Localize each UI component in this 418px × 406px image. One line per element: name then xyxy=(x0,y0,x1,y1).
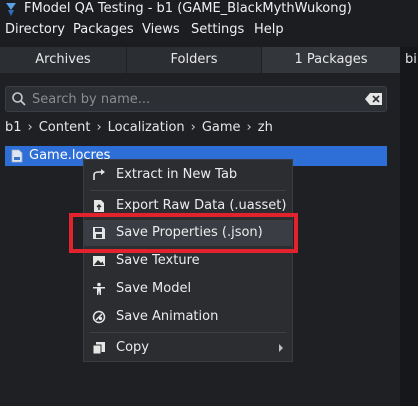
title-bar: FModel QA Testing - b1 (GAME_BlackMythWu… xyxy=(0,0,418,18)
copy-icon xyxy=(92,342,105,355)
file-icon xyxy=(11,149,23,163)
breadcrumb-item[interactable]: Localization xyxy=(108,119,185,137)
chevron-right-icon: › xyxy=(96,120,102,135)
tab-archives[interactable]: Archives xyxy=(0,47,126,73)
breadcrumb-item[interactable]: b1 xyxy=(5,119,22,137)
menu-settings[interactable]: Settings xyxy=(191,22,244,38)
person-icon xyxy=(93,282,105,295)
submenu-arrow-icon xyxy=(279,344,283,352)
fmodel-logo-icon xyxy=(6,3,16,16)
tab-bar: Archives Folders 1 Packages xyxy=(0,47,418,73)
menu-item-extract-new-tab[interactable]: Extract in New Tab xyxy=(84,162,292,188)
breadcrumb-item[interactable]: Content xyxy=(39,119,91,137)
chevron-right-icon: › xyxy=(190,120,196,135)
menu-bar: Directory Packages Views Settings Help xyxy=(0,18,418,42)
menu-item-save-model[interactable]: Save Model xyxy=(84,276,292,302)
right-pane-edge xyxy=(400,47,418,406)
window-title: FModel QA Testing - b1 (GAME_BlackMythWu… xyxy=(24,1,352,16)
breadcrumb: b1 › Content › Localization › Game › zh xyxy=(5,119,273,137)
clear-search-icon[interactable] xyxy=(365,92,383,106)
menu-item-copy[interactable]: Copy xyxy=(84,335,292,361)
search-box xyxy=(5,86,387,112)
breadcrumb-item[interactable]: Game xyxy=(202,119,241,137)
tab-folders-label: Folders xyxy=(170,52,218,67)
menu-help[interactable]: Help xyxy=(254,22,284,38)
menu-divider xyxy=(90,190,286,191)
right-pane-tab-stub[interactable]: bi xyxy=(405,52,417,67)
menu-divider xyxy=(90,332,286,333)
menu-item-label: Save Model xyxy=(116,281,192,296)
menu-item-label: Save Animation xyxy=(116,309,219,324)
search-icon xyxy=(12,92,26,106)
export-file-icon xyxy=(94,200,104,212)
annotation-highlight-box xyxy=(69,213,298,253)
context-menu: Extract in New Tab Export Raw Data (.uas… xyxy=(83,159,293,362)
chevron-right-icon: › xyxy=(27,120,33,135)
tab-archives-label: Archives xyxy=(35,52,91,67)
breadcrumb-item[interactable]: zh xyxy=(258,119,273,137)
tab-packages-label: 1 Packages xyxy=(294,52,368,67)
menu-views[interactable]: Views xyxy=(142,22,180,38)
tab-packages[interactable]: 1 Packages xyxy=(262,47,400,73)
menu-item-label: Export Raw Data (.uasset) xyxy=(116,198,287,213)
animation-icon xyxy=(92,310,106,324)
menu-packages[interactable]: Packages xyxy=(73,22,134,38)
extract-icon xyxy=(93,169,105,180)
menu-item-label: Save Texture xyxy=(116,253,200,268)
chevron-right-icon: › xyxy=(246,120,252,135)
menu-item-label: Extract in New Tab xyxy=(116,167,238,182)
menu-item-label: Copy xyxy=(116,340,149,355)
search-input[interactable] xyxy=(32,90,352,108)
image-icon xyxy=(93,256,105,266)
tab-folders[interactable]: Folders xyxy=(127,47,261,73)
menu-item-save-animation[interactable]: Save Animation xyxy=(84,304,292,330)
menu-directory[interactable]: Directory xyxy=(5,22,65,38)
